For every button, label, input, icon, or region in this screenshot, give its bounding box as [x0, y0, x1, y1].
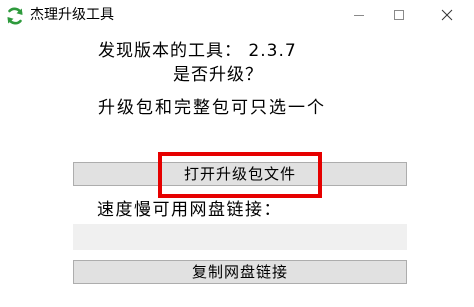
version-text: 发现版本的工具： 2.3.7	[98, 41, 297, 61]
minimize-icon	[354, 15, 364, 16]
upgrade-question-text: 是否升级？	[173, 65, 263, 85]
close-icon	[441, 9, 453, 21]
cloud-link-field[interactable]	[73, 224, 407, 250]
maximize-icon	[394, 10, 404, 20]
refresh-arrows-icon	[5, 6, 25, 26]
maximize-button[interactable]	[376, 0, 422, 30]
window-title: 杰理升级工具	[30, 7, 114, 23]
slow-download-text: 速度慢可用网盘链接：	[97, 200, 282, 220]
open-package-button[interactable]: 打开升级包文件	[73, 162, 407, 186]
title-bar[interactable]: 杰理升级工具	[0, 0, 474, 30]
close-button[interactable]	[424, 0, 470, 30]
updater-window: 杰理升级工具 发现版本的工具： 2.3.7 是否升级？ 升级包和完整包可只选一个…	[0, 0, 474, 307]
package-choice-text: 升级包和完整包可只选一个	[98, 98, 326, 118]
copy-link-button[interactable]: 复制网盘链接	[73, 260, 407, 284]
